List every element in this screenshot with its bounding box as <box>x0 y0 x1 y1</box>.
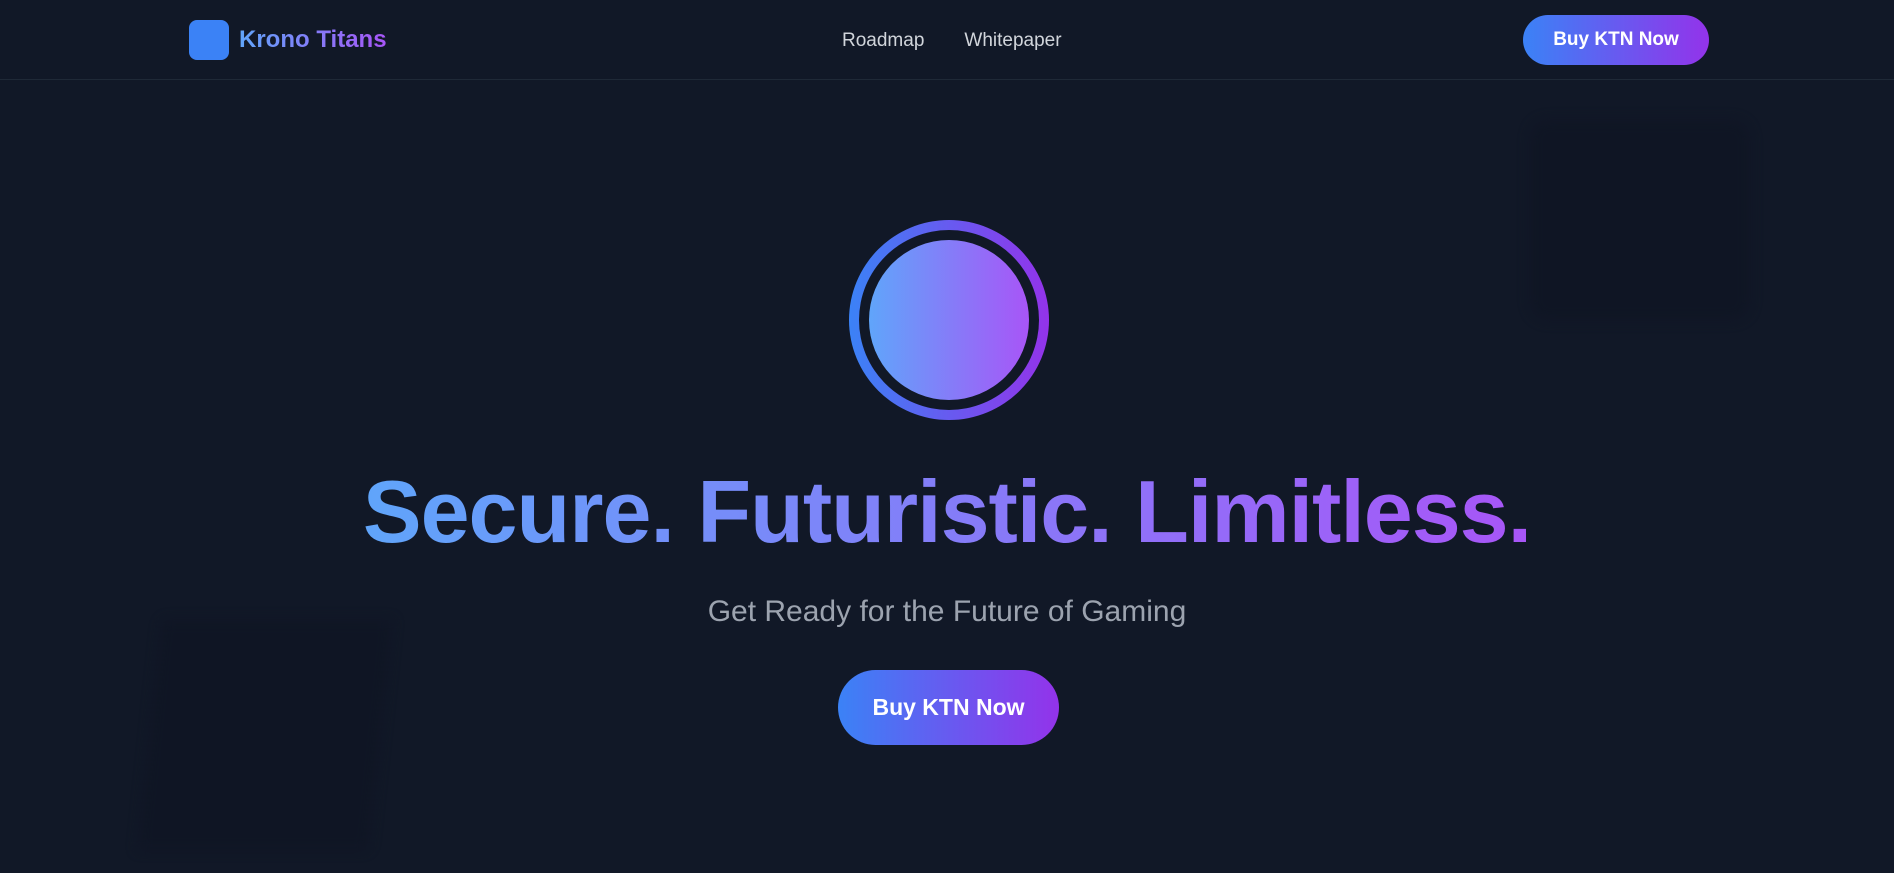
site-header: Krono Titans Roadmap Whitepaper Buy KTN … <box>0 0 1894 80</box>
header-buy-button[interactable]: Buy KTN Now <box>1523 15 1709 65</box>
brand-logo-link[interactable]: Krono Titans <box>189 20 387 60</box>
decorative-shape-top-right <box>1530 120 1750 320</box>
decorative-shape-bottom-left <box>137 620 393 850</box>
brand-name: Krono Titans <box>239 26 387 53</box>
hero-buy-button[interactable]: Buy KTN Now <box>838 670 1059 745</box>
nav-link-roadmap[interactable]: Roadmap <box>842 29 924 53</box>
main-nav: Roadmap Whitepaper <box>842 29 1062 53</box>
nav-link-whitepaper[interactable]: Whitepaper <box>964 29 1061 53</box>
logo-icon <box>189 20 229 60</box>
hero-title-text: Secure. Futuristic. Limitless. <box>362 462 1532 561</box>
hero-coin-icon <box>849 220 1049 420</box>
hero-subtitle: Get Ready for the Future of Gaming <box>707 595 1187 628</box>
hero-title: Secure. Futuristic. Limitless. <box>0 462 1894 562</box>
